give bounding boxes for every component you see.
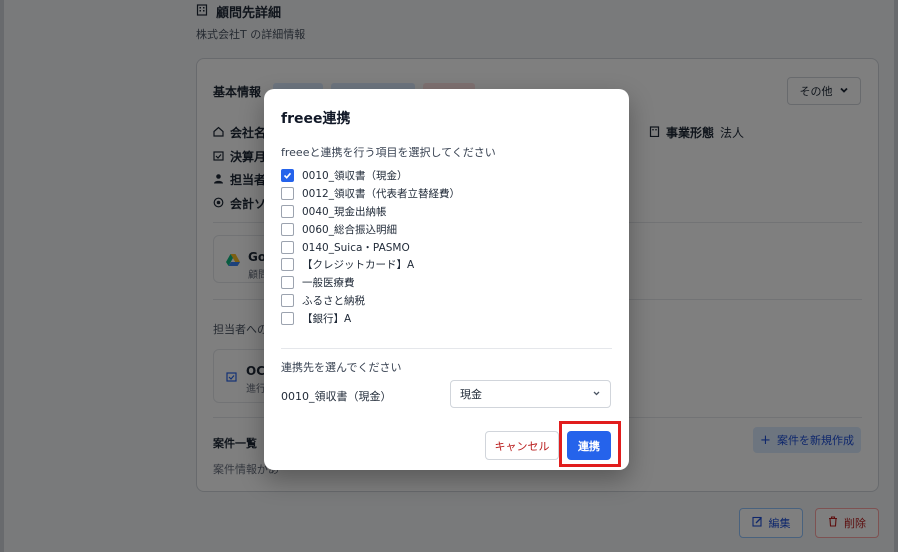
option-label: 0060_総合振込明細 bbox=[302, 223, 397, 236]
option-label: 0010_領収書（現金） bbox=[302, 170, 408, 183]
option-label: 0140_Suica・PASMO bbox=[302, 241, 410, 254]
option-label: 一般医療費 bbox=[302, 277, 355, 290]
highlight-box bbox=[559, 421, 621, 467]
checkbox[interactable] bbox=[281, 187, 294, 201]
option-item[interactable]: 0140_Suica・PASMO bbox=[281, 238, 460, 256]
checkbox[interactable] bbox=[281, 204, 294, 218]
option-list: 0010_領収書（現金） 0012_領収書（代表者立替経費） 0040_現金出納… bbox=[281, 167, 460, 327]
freee-link-modal: freee連携 freeeと連携を行う項目を選択してください 0010_領収書（… bbox=[264, 89, 629, 470]
checkbox[interactable] bbox=[281, 293, 294, 307]
option-item[interactable]: 【銀行】A bbox=[281, 309, 460, 327]
modal-title: freee連携 bbox=[281, 111, 351, 127]
checkbox[interactable] bbox=[281, 222, 294, 236]
option-label: 【クレジットカード】A bbox=[302, 259, 415, 272]
option-label: 【銀行】A bbox=[302, 312, 352, 325]
destination-label: 連携先を選んでください bbox=[281, 361, 402, 374]
option-item[interactable]: 0060_総合振込明細 bbox=[281, 220, 460, 238]
checkbox[interactable] bbox=[281, 276, 294, 290]
option-item[interactable]: 0040_現金出納帳 bbox=[281, 203, 460, 221]
modal-description: freeeと連携を行う項目を選択してください bbox=[281, 146, 496, 159]
destination-select-value: 現金 bbox=[460, 388, 482, 401]
checkbox[interactable] bbox=[281, 311, 294, 325]
destination-item-label: 0010_領収書（現金） bbox=[281, 390, 392, 403]
option-label: 0012_領収書（代表者立替経費） bbox=[302, 188, 460, 201]
option-item[interactable]: 【クレジットカード】A bbox=[281, 256, 460, 274]
cancel-button[interactable]: キャンセル bbox=[485, 431, 559, 460]
chevron-down-icon bbox=[592, 388, 601, 401]
checkbox[interactable] bbox=[281, 240, 294, 254]
option-label: 0040_現金出納帳 bbox=[302, 205, 387, 218]
option-item[interactable]: ふるさと納税 bbox=[281, 292, 460, 310]
checkbox[interactable] bbox=[281, 258, 294, 272]
option-item[interactable]: 一般医療費 bbox=[281, 274, 460, 292]
checkbox[interactable] bbox=[281, 169, 294, 183]
option-label: ふるさと納税 bbox=[302, 294, 365, 307]
option-item[interactable]: 0012_領収書（代表者立替経費） bbox=[281, 185, 460, 203]
option-item[interactable]: 0010_領収書（現金） bbox=[281, 167, 460, 185]
modal-divider bbox=[281, 348, 612, 349]
destination-select[interactable]: 現金 bbox=[450, 380, 611, 408]
